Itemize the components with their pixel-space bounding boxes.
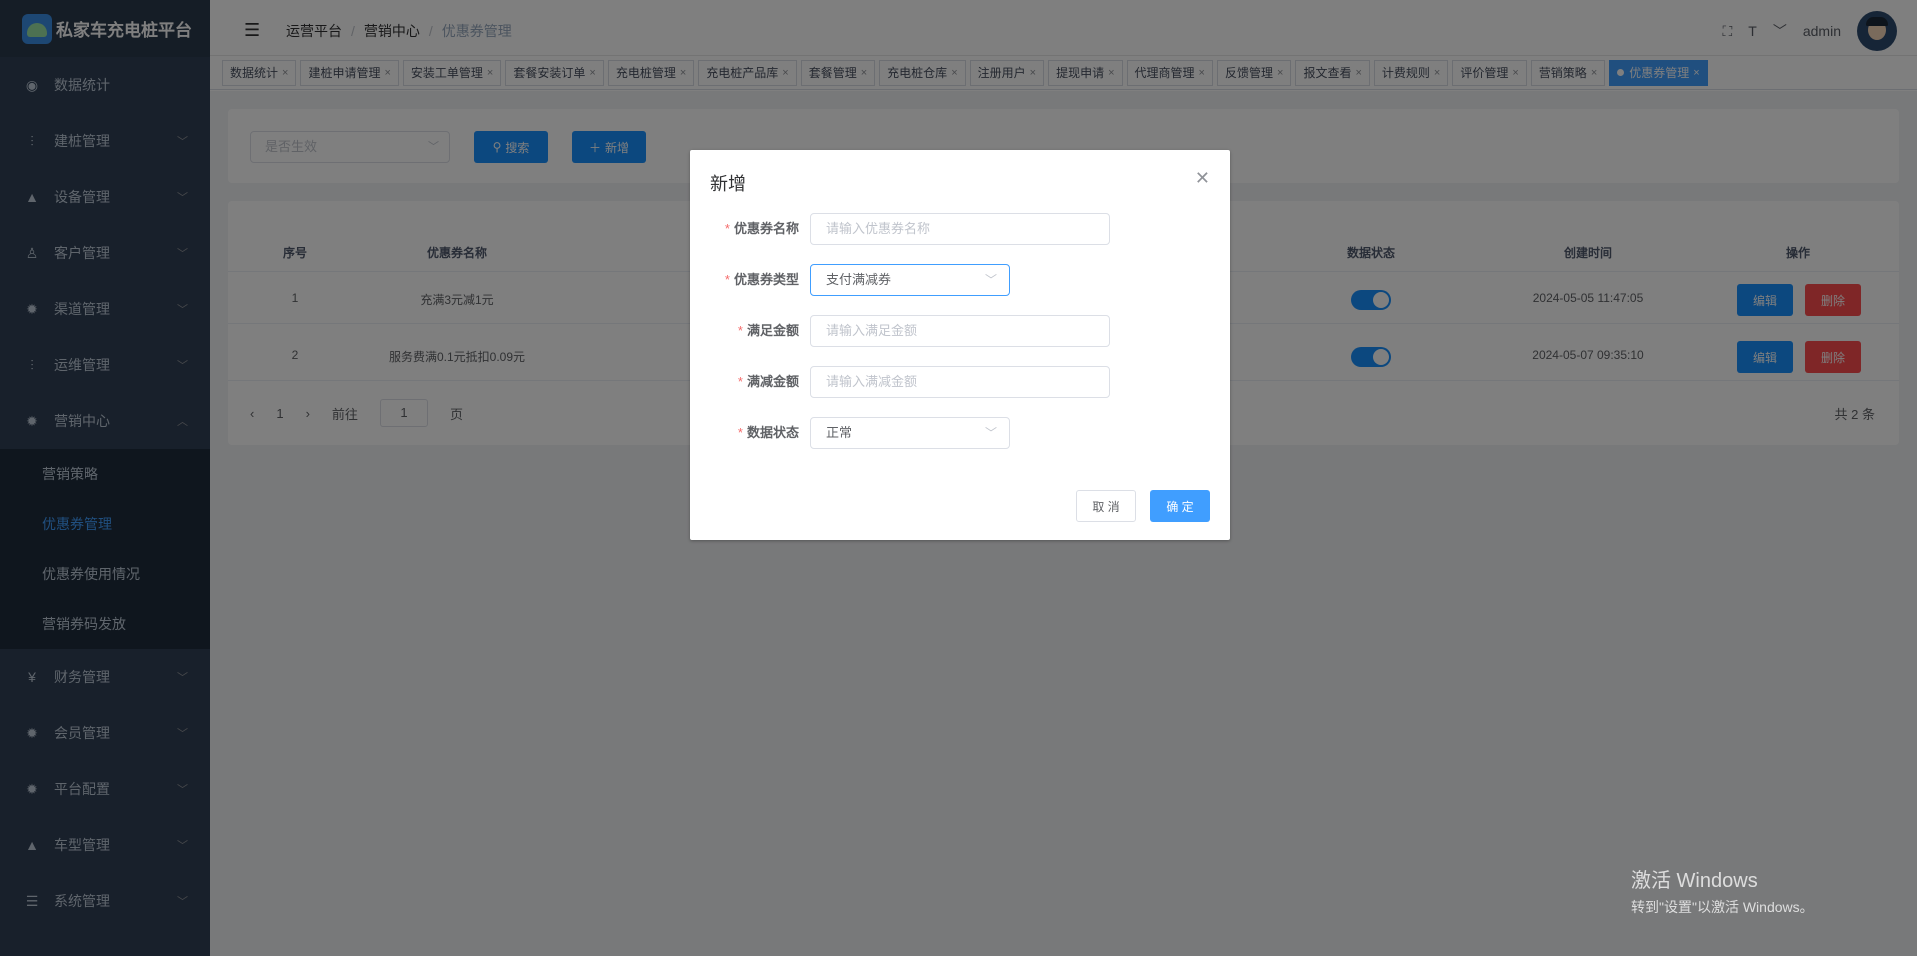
form-label: * 数据状态 [737,425,799,440]
add-coupon-dialog: 新增 ✕ * 优惠券名称 请输入优惠券名称 * 优惠券类型 支付满减券 ﹀ * 满足金… [690,150,1230,540]
form-row-discount: * 满减金额 请输入满减金额 [690,366,1230,398]
dialog-title: 新增 [710,174,746,194]
form-row-coupon-name: * 优惠券名称 请输入优惠券名称 [690,213,1230,245]
form-label: * 优惠券名称 [724,221,799,236]
watermark-subtitle: 转到"设置"以激活 Windows。 [1631,899,1814,915]
coupon-type-select[interactable]: 支付满减券 ﹀ [810,264,1010,296]
coupon-name-input[interactable]: 请输入优惠券名称 [810,213,1110,245]
form-row-status: * 数据状态 正常 ﹀ [690,417,1230,449]
form-row-threshold: * 满足金额 请输入满足金额 [690,315,1230,347]
threshold-amount-input[interactable]: 请输入满足金额 [810,315,1110,347]
windows-activation-watermark: 激活 Windows 转到"设置"以激活 Windows。 [1631,864,1814,917]
chevron-down-icon: ﹀ [984,273,997,287]
discount-amount-input[interactable]: 请输入满减金额 [810,366,1110,398]
data-status-select[interactable]: 正常 ﹀ [810,417,1010,449]
form-label: * 满减金额 [737,374,799,389]
watermark-title: 激活 Windows [1631,870,1758,892]
cancel-button[interactable]: 取 消 [1076,490,1136,522]
chevron-down-icon: ﹀ [984,426,997,440]
form-label: * 优惠券类型 [724,272,799,287]
form-row-coupon-type: * 优惠券类型 支付满减券 ﹀ [690,264,1230,296]
close-icon[interactable]: ✕ [1195,168,1210,189]
confirm-button[interactable]: 确 定 [1150,490,1210,522]
form-label: * 满足金额 [737,323,799,338]
